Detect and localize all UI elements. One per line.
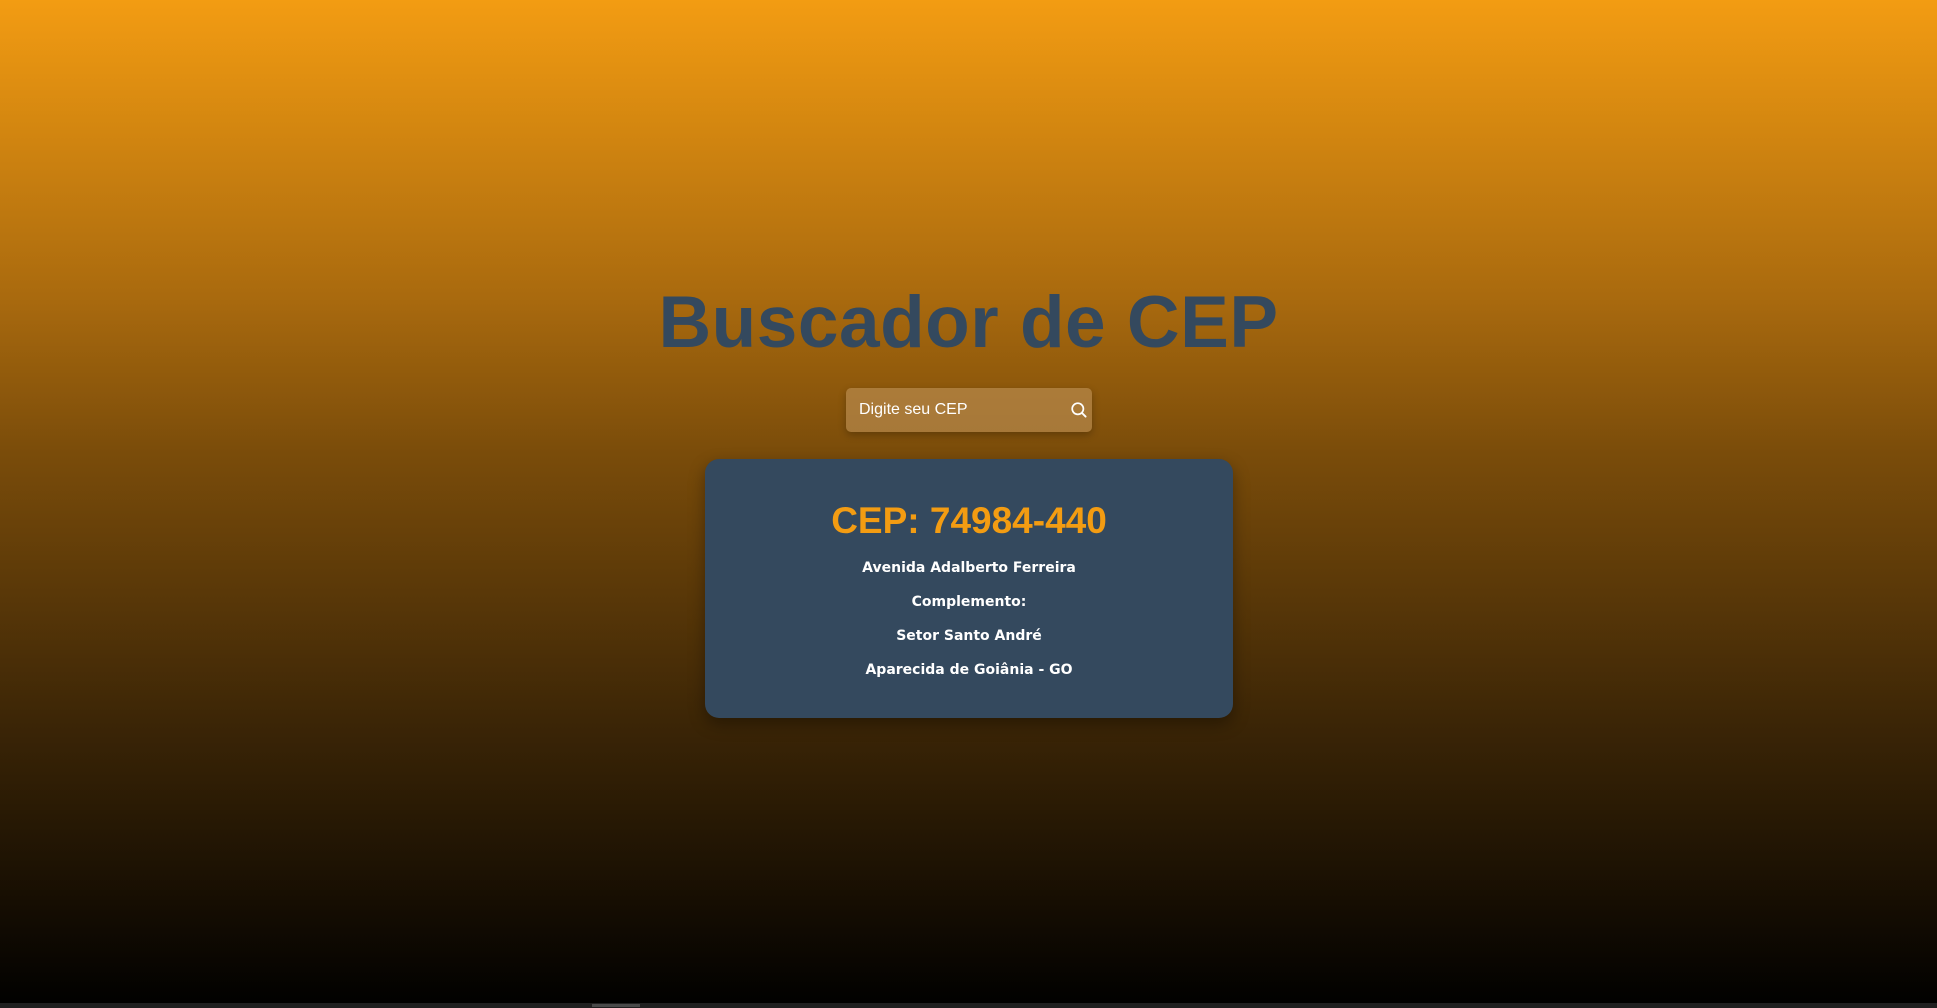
search-button[interactable] xyxy=(1066,388,1092,432)
localidade-text: Aparecida de Goiânia - GO xyxy=(865,662,1073,678)
logradouro-text: Avenida Adalberto Ferreira xyxy=(862,560,1076,576)
scrollbar-thumb[interactable] xyxy=(592,1004,640,1007)
complemento-text: Complemento: xyxy=(911,594,1027,610)
page-title: Buscador de CEP xyxy=(658,282,1279,363)
search-box xyxy=(846,388,1092,432)
search-icon xyxy=(1071,402,1087,418)
result-card: CEP: 74984-440 Avenida Adalberto Ferreir… xyxy=(705,459,1233,718)
page: Buscador de CEP CEP: 74984-440 Avenida A… xyxy=(0,0,1937,1003)
bairro-text: Setor Santo André xyxy=(896,628,1042,644)
cep-heading: CEP: 74984-440 xyxy=(831,500,1107,541)
cep-input[interactable] xyxy=(846,388,1066,432)
horizontal-scrollbar[interactable] xyxy=(0,1003,1937,1008)
